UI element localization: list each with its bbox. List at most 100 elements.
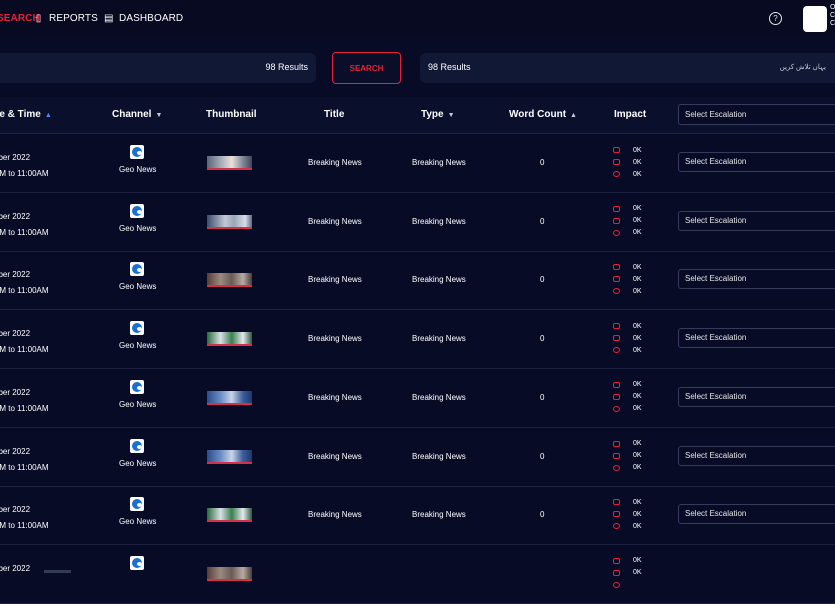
row-thumbnail[interactable] (207, 332, 252, 347)
row-type: Breaking News (412, 334, 466, 344)
row-impact: 0K 0K 0K (613, 438, 653, 474)
header-channel[interactable]: Channel ▼ (112, 109, 162, 120)
table-row[interactable]: ober 2022 AM to 11:00AM Geo News Breakin… (0, 310, 835, 370)
impact-value: 0K (633, 346, 642, 354)
escalation-select[interactable]: Select Escalation (678, 504, 835, 525)
comment-icon (613, 335, 620, 342)
escalation-select[interactable]: Select Escalation (678, 328, 835, 349)
row-thumbnail[interactable] (207, 508, 252, 523)
target-icon (613, 171, 620, 177)
row-impact: 0K 0K 0K (613, 261, 653, 297)
header-escalation-select[interactable]: Select Escalation (678, 104, 835, 125)
table-row[interactable]: ober 2022 AM to 11:00AM Geo News Breakin… (0, 134, 835, 193)
escalation-select[interactable]: Select Escalation (678, 386, 835, 407)
row-title[interactable]: Breaking News (308, 393, 362, 402)
row-type: Breaking News (412, 158, 466, 167)
row-title[interactable]: Breaking News (308, 217, 362, 226)
row-type: Breaking News (412, 510, 466, 520)
table-row[interactable]: ober 2022 AM to 11:00AM Geo News Breakin… (0, 251, 835, 311)
escalation-select[interactable]: Select Escalation (678, 210, 835, 231)
row-word-count: 0 (540, 451, 545, 461)
profile-line: O (830, 4, 835, 11)
table-row[interactable]: ober 2022 AM to 11:00AM Geo News Breakin… (0, 369, 835, 428)
row-thumbnail[interactable] (207, 390, 252, 405)
impact-value: 0K (633, 510, 642, 518)
video-icon (613, 499, 620, 506)
nav-dashboard[interactable]: ▤ DASHBOARD (104, 13, 183, 24)
row-type: Breaking News (412, 451, 466, 461)
avatar[interactable] (803, 6, 827, 32)
row-word-count: 0 (540, 334, 545, 344)
row-datetime: ober 2022 AM to 11:00AM (0, 209, 49, 241)
row-word-count: 0 (540, 510, 545, 520)
report-icon: ▯ (35, 13, 42, 24)
comment-icon (613, 393, 620, 400)
row-title[interactable]: Breaking News (308, 334, 362, 343)
row-word-count: 0 (540, 216, 545, 226)
header-word-count[interactable]: Word Count ▲ (509, 109, 577, 120)
row-word-count: 0 (540, 392, 545, 402)
search-button[interactable]: SEARCH (332, 52, 401, 84)
row-datetime: ober 2022 AM to 11:00AM (0, 326, 49, 358)
table-row[interactable]: ober 2022 AM to 11:00AM Geo News Breakin… (0, 428, 835, 487)
table-row[interactable]: ober 2022 0K 0K (0, 545, 835, 604)
row-impact: 0K 0K 0K (613, 144, 653, 180)
target-icon (613, 229, 620, 236)
table-row[interactable]: ober 2022 AM to 11:00AM Geo News Breakin… (0, 486, 835, 546)
row-channel: Geo News (119, 517, 157, 527)
row-time: AM to 11:00AM (0, 286, 49, 296)
urdu-search-input[interactable]: 98 Results یہاں تلاش کریں (420, 53, 835, 83)
escalation-select[interactable]: Select Escalation (678, 269, 835, 290)
nav-reports-label: REPORTS (49, 13, 98, 24)
search-input[interactable]: 98 Results (0, 53, 316, 83)
row-title[interactable]: Breaking News (308, 510, 362, 519)
row-thumbnail[interactable] (207, 566, 252, 581)
row-word-count: 0 (540, 158, 545, 167)
impact-value: 0K (633, 287, 642, 295)
impact-value: 0K (633, 440, 642, 447)
row-date: ober 2022 (0, 387, 31, 397)
impact-video: 0K (613, 438, 653, 450)
row-time: AM to 11:00AM (0, 462, 49, 472)
impact-reach: 0K (613, 403, 653, 415)
impact-comment: 0K (613, 215, 653, 227)
row-thumbnail[interactable] (207, 449, 252, 464)
profile-line: C (830, 20, 835, 27)
target-icon (613, 464, 620, 471)
dashboard-icon: ▤ (104, 13, 114, 24)
impact-video: 0K (613, 555, 653, 567)
row-title[interactable]: Breaking News (308, 275, 362, 284)
impact-value: 0K (633, 405, 642, 413)
header-type[interactable]: Type ▼ (421, 109, 455, 120)
impact-video: 0K (613, 379, 653, 391)
row-title[interactable]: Breaking News (308, 158, 362, 167)
geo-news-logo-icon (130, 145, 144, 159)
impact-video: 0K (613, 496, 653, 508)
row-thumbnail[interactable] (207, 214, 252, 229)
impact-value: 0K (633, 229, 642, 237)
row-channel: Geo News (119, 399, 157, 409)
help-icon[interactable]: ? (769, 12, 782, 25)
video-icon (613, 381, 620, 388)
row-thumbnail[interactable] (207, 273, 252, 288)
row-date: ober 2022 (0, 270, 31, 280)
impact-value: 0K (633, 381, 642, 389)
nav-reports[interactable]: ▯ REPORTS (34, 13, 98, 24)
escalation-select[interactable]: Select Escalation (678, 152, 835, 172)
table-row[interactable]: ober 2022 AM to 11:00AM Geo News Breakin… (0, 193, 835, 252)
header-datetime[interactable]: te & Time ▲ (0, 109, 52, 120)
geo-news-logo-icon (130, 262, 144, 277)
row-datetime: ober 2022 AM to 11:00AM (0, 267, 49, 299)
impact-reach: 0K (613, 168, 653, 180)
impact-reach: 0K (613, 462, 653, 474)
escalation-select[interactable]: Select Escalation (678, 445, 835, 466)
chevron-down-icon: ▼ (155, 112, 163, 119)
row-title[interactable]: Breaking News (308, 452, 362, 461)
row-thumbnail[interactable] (207, 156, 252, 170)
impact-reach: 0K (613, 520, 653, 532)
impact-value: 0K (633, 334, 642, 342)
impact-comment: 0K (613, 450, 653, 462)
row-channel: Geo News (119, 282, 157, 292)
impact-value: 0K (633, 498, 642, 506)
row-word-count: 0 (540, 275, 545, 285)
